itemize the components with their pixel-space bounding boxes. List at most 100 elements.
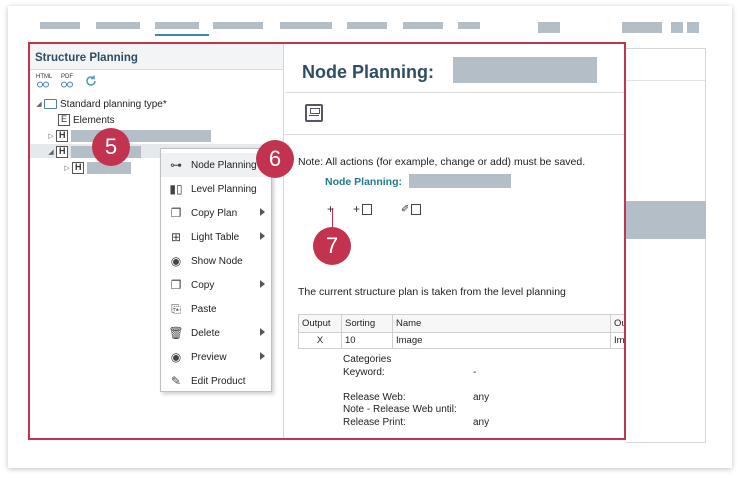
tree-root[interactable]: ◢ Standard planning type*	[34, 97, 167, 111]
current-plan-text: The current structure plan is taken from…	[298, 286, 566, 298]
add-node-button[interactable]: +	[353, 202, 373, 216]
box-icon	[362, 203, 373, 215]
node-planning-label: Node Planning:	[325, 176, 402, 188]
save-icon[interactable]	[305, 104, 323, 122]
tree-item-elements-label: Elements	[73, 114, 115, 126]
expand-icon[interactable]: ▷	[62, 164, 72, 172]
table-row[interactable]: X 10 Image Ima	[298, 332, 624, 349]
menu-item-show-node[interactable]: ◉ Show Node	[161, 249, 271, 273]
menu-item-copy-plan[interactable]: ❐ Copy Plan	[161, 201, 271, 225]
menu-item-label: Paste	[191, 303, 217, 315]
redacted-title-value	[453, 57, 597, 83]
menu-item-delete[interactable]: 🗑 Delete	[161, 321, 271, 345]
nav-item-8[interactable]	[458, 22, 480, 29]
menu-item-label: Preview	[191, 351, 227, 363]
header-icon-placeholder-2[interactable]	[687, 22, 699, 33]
divider	[285, 134, 624, 135]
node-icon	[56, 146, 68, 158]
callout-5: 5	[92, 128, 130, 166]
tree-root-label: Standard planning type*	[60, 98, 167, 110]
user-placeholder[interactable]	[538, 22, 560, 33]
menu-item-label: Copy	[191, 279, 215, 291]
menu-item-label: Show Node	[191, 255, 243, 267]
copy-icon: ❐	[170, 206, 182, 220]
output-table: Output Sorting Name Ou X 10 Image Ima	[298, 314, 624, 349]
eye-icon: ◉	[170, 350, 182, 364]
menu-item-node-planning[interactable]: ⊶ Node Planning	[161, 153, 271, 177]
nav-active-indicator	[155, 34, 209, 36]
node-icon	[72, 162, 84, 174]
nav-item-2[interactable]	[96, 22, 140, 29]
submenu-arrow-icon	[260, 208, 265, 216]
background-panel-mask	[626, 201, 706, 239]
expand-icon[interactable]: ▷	[46, 132, 56, 140]
node-link-icon: ⊶	[170, 158, 182, 172]
paste-icon: ⎘	[171, 301, 181, 316]
tree-item-elements[interactable]: Elements	[58, 113, 115, 127]
detail-row: Categories	[343, 354, 392, 365]
html-export-label: HTML	[36, 74, 53, 80]
nav-item-3[interactable]	[155, 22, 199, 29]
callout-7: 7	[313, 227, 351, 265]
context-menu: ⊶ Node Planning ▮▯ Level Planning ❐ Copy…	[160, 148, 272, 392]
trash-icon: 🗑	[168, 326, 184, 340]
detail-row: Keyword: -	[343, 366, 477, 378]
submenu-arrow-icon	[260, 328, 265, 336]
cell-output: X	[298, 332, 342, 349]
pdf-export-icon[interactable]: PDF	[60, 74, 74, 88]
node-icon	[56, 130, 68, 142]
submenu-arrow-icon	[260, 232, 265, 240]
submenu-arrow-icon	[260, 280, 265, 288]
submenu-arrow-icon	[260, 352, 265, 360]
copy-icon: ❐	[170, 278, 182, 292]
refresh-icon[interactable]	[84, 74, 98, 88]
menu-item-level-planning[interactable]: ▮▯ Level Planning	[161, 177, 271, 201]
detail-row: Note - Release Web until:	[343, 404, 457, 415]
edit-node-button[interactable]: ✐	[401, 202, 422, 216]
cell-name: Image	[392, 332, 611, 349]
header-button-placeholder[interactable]	[622, 22, 662, 33]
menu-item-preview[interactable]: ◉ Preview	[161, 345, 271, 369]
menu-item-label: Level Planning	[191, 183, 257, 195]
collapse-icon[interactable]: ◢	[46, 148, 56, 156]
col-header-ou[interactable]: Ou	[610, 314, 624, 333]
nav-item-6[interactable]	[347, 22, 387, 29]
menu-item-label: Node Planning	[191, 159, 257, 171]
col-header-output[interactable]: Output	[298, 314, 342, 333]
cell-ou: Ima	[610, 332, 624, 349]
callout-6: 6	[256, 140, 294, 178]
magic-wand-icon: ✐	[401, 203, 410, 215]
divider	[285, 92, 624, 93]
menu-item-label: Light Table	[191, 231, 240, 243]
menu-item-light-table[interactable]: ⊞ Light Table	[161, 225, 271, 249]
detail-row	[343, 379, 489, 392]
collapse-icon[interactable]: ◢	[34, 100, 44, 108]
menu-item-copy[interactable]: ❐ Copy	[161, 273, 271, 297]
detail-row: Release Web: any	[343, 391, 490, 403]
row-details: Categories Keyword: - Release Web: any Not…	[343, 354, 489, 429]
menu-item-label: Copy Plan	[191, 207, 238, 219]
background-panel-header	[626, 49, 705, 81]
nav-item-7[interactable]	[403, 22, 443, 29]
background-panel	[626, 48, 706, 443]
plus-icon: +	[353, 202, 361, 216]
col-header-name[interactable]: Name	[392, 314, 611, 333]
save-note: Note: All actions (for example, change o…	[298, 156, 586, 168]
col-header-sorting[interactable]: Sorting	[341, 314, 393, 333]
menu-item-paste[interactable]: ⎘ Paste	[161, 297, 271, 321]
eye-icon: ◉	[170, 254, 182, 268]
nav-item-5[interactable]	[280, 22, 332, 29]
redacted-node-value	[409, 174, 511, 188]
header-icon-placeholder-1[interactable]	[671, 22, 683, 33]
box-icon	[411, 203, 422, 215]
detail-row: Release Print: any	[343, 416, 490, 428]
menu-item-edit-product[interactable]: ✎ Edit Product	[161, 369, 271, 393]
menu-item-label: Delete	[191, 327, 220, 339]
nav-item-4[interactable]	[213, 22, 263, 29]
pencil-icon: ✎	[170, 374, 182, 388]
nav-item-1[interactable]	[40, 22, 80, 29]
node-planning-title: Node Planning:	[302, 62, 434, 82]
grid-icon: ⊞	[170, 230, 182, 244]
elements-icon	[58, 114, 70, 126]
html-export-icon[interactable]: HTML	[36, 74, 53, 88]
